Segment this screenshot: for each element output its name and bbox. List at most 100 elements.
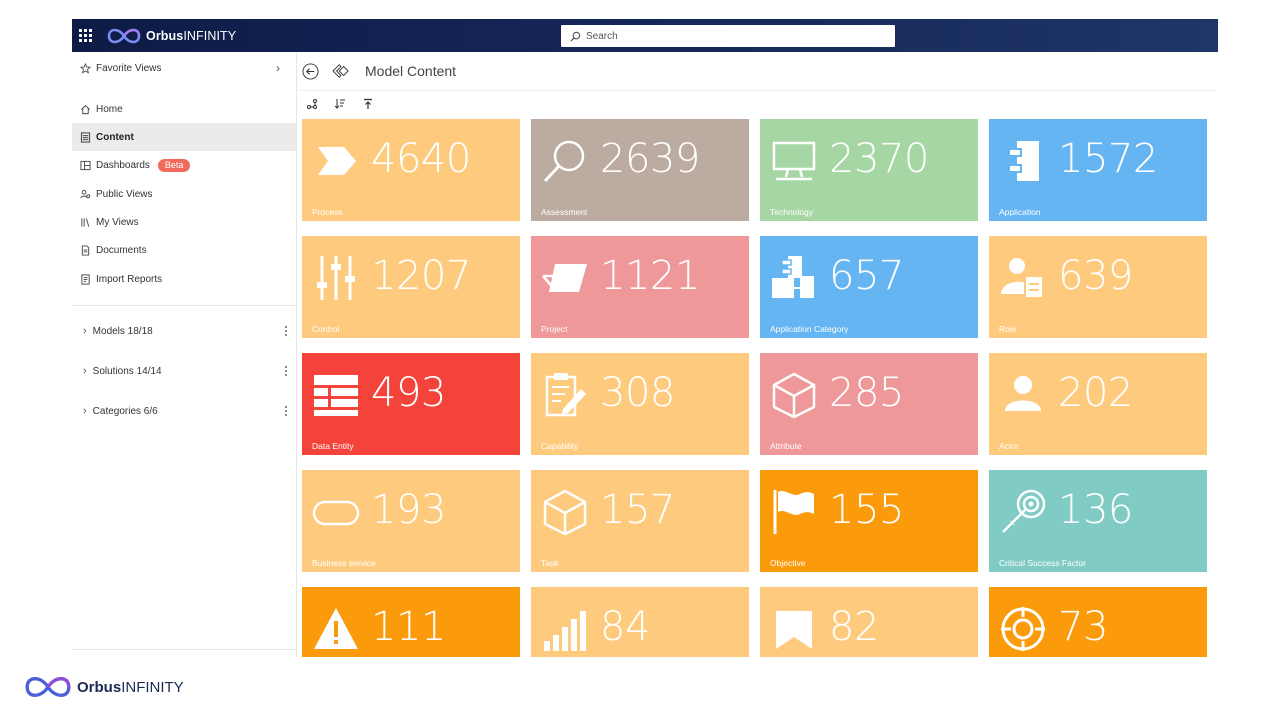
tile-data-entity[interactable]: 493 Data Entity	[302, 353, 520, 455]
tile-technology[interactable]: 2370 Technology	[760, 119, 978, 221]
tile-task[interactable]: 157 Task	[531, 470, 749, 572]
hierarchy-filter-button[interactable]	[305, 97, 319, 111]
tile-assessment[interactable]: 2639 Assessment	[531, 119, 749, 221]
person-icon	[1005, 376, 1041, 411]
tile-label: Process	[312, 207, 343, 217]
main-content: Model Content 4640 Process 2639 Assessme…	[298, 52, 1218, 657]
chevron-right-icon[interactable]: ›	[276, 61, 280, 75]
tile-label: Business service	[312, 558, 376, 568]
upload-icon	[364, 98, 372, 109]
infinity-logo-icon	[107, 28, 141, 44]
box-icon	[543, 489, 587, 536]
sidebar-item-label: Documents	[96, 244, 147, 256]
content-icon	[79, 131, 91, 143]
computer-icon	[772, 141, 816, 181]
infinity-logo-icon	[25, 677, 71, 697]
tile-label: Task	[541, 558, 559, 568]
sidebar-group-solutions[interactable]: › Solutions 14/14	[72, 357, 296, 385]
sidebar-group-label: Solutions 14/14	[92, 365, 162, 377]
tile-project[interactable]: 1121 Project	[531, 236, 749, 338]
sidebar-item-content[interactable]: Content	[72, 123, 296, 151]
cube-icon	[772, 372, 816, 419]
more-options-icon[interactable]	[284, 406, 287, 416]
export-button[interactable]	[361, 97, 375, 111]
sidebar-group-categories[interactable]: › Categories 6/6	[72, 397, 296, 425]
tile-count: 4640	[371, 136, 471, 182]
rounded-rect-icon	[312, 500, 360, 526]
brand-name-light: INFINITY	[183, 29, 237, 43]
tile-bar-signal[interactable]: 84	[531, 587, 749, 657]
my-views-icon	[79, 216, 91, 228]
tile-attribute[interactable]: 285 Attribute	[760, 353, 978, 455]
sidebar-item-label: Public Views	[96, 188, 153, 200]
beta-badge: Beta	[157, 158, 191, 172]
star-icon	[79, 62, 91, 74]
sidebar-group-models[interactable]: › Models 18/18	[72, 317, 296, 345]
more-options-icon[interactable]	[284, 366, 287, 376]
dashboards-icon	[79, 159, 91, 171]
tile-objective[interactable]: 155 Objective	[760, 470, 978, 572]
tile-count: 639	[1058, 253, 1133, 299]
top-bar: OrbusINFINITY Search	[72, 19, 1218, 52]
sort-button[interactable]	[333, 97, 347, 111]
tile-crosshair[interactable]: 73	[989, 587, 1207, 657]
tile-label: Capability	[541, 441, 579, 451]
tile-count: 111	[371, 604, 446, 650]
search-icon	[570, 31, 581, 41]
app-category-icon	[772, 256, 814, 298]
tile-role[interactable]: 639 Role	[989, 236, 1207, 338]
chevron-right-icon[interactable]: ›	[83, 325, 87, 337]
sidebar-divider	[72, 649, 296, 650]
footer-brand-logo: OrbusINFINITY	[23, 673, 184, 701]
tile-count: 157	[600, 487, 675, 533]
tile-label: Data Entity	[312, 441, 354, 451]
sidebar-item-documents[interactable]: Documents	[72, 236, 296, 264]
warning-icon	[314, 608, 358, 649]
footer-brand-bold: Orbus	[77, 678, 122, 696]
search-input[interactable]: Search	[586, 31, 618, 42]
tile-label: Objective	[770, 558, 806, 568]
tile-application-category[interactable]: 657 Application Category	[760, 236, 978, 338]
tile-banner[interactable]: 82	[760, 587, 978, 657]
tile-count: 1572	[1058, 136, 1158, 182]
home-icon	[79, 103, 91, 115]
tile-count: 202	[1058, 370, 1133, 416]
model-icon	[332, 64, 349, 78]
tile-application[interactable]: 1572 Application	[989, 119, 1207, 221]
toolbar	[298, 90, 1218, 116]
hierarchy-icon	[307, 98, 317, 109]
tile-count: 1121	[600, 253, 700, 299]
favorite-views-toggle[interactable]: Favorite Views ›	[72, 54, 296, 82]
sidebar-group-label: Categories 6/6	[92, 405, 158, 417]
sort-icon	[334, 98, 345, 109]
tile-critical-success-factor[interactable]: 136 Critical Success Factor	[989, 470, 1207, 572]
back-arrow-icon[interactable]	[302, 62, 319, 80]
more-options-icon[interactable]	[284, 326, 287, 336]
app-launcher-icon[interactable]	[79, 29, 92, 42]
sidebar-group-label: Models 18/18	[92, 325, 153, 337]
chevron-right-icon[interactable]: ›	[83, 365, 87, 377]
import-reports-icon	[79, 273, 91, 285]
sidebar-item-public-views[interactable]: Public Views	[72, 180, 296, 208]
tile-capability[interactable]: 308 Capability	[531, 353, 749, 455]
sidebar-item-import-reports[interactable]: Import Reports	[72, 265, 296, 293]
tile-warning[interactable]: 111	[302, 587, 520, 657]
sidebar-item-my-views[interactable]: My Views	[72, 208, 296, 236]
sidebar-item-dashboards[interactable]: Dashboards Beta	[72, 151, 296, 179]
tile-label: Application	[999, 207, 1041, 217]
tile-business-service[interactable]: 193 Business service	[302, 470, 520, 572]
tile-count: 1207	[371, 253, 471, 299]
target-arrow-icon	[1002, 489, 1046, 533]
tile-process[interactable]: 4640 Process	[302, 119, 520, 221]
public-views-icon	[79, 188, 91, 200]
sidebar-item-home[interactable]: Home	[72, 95, 296, 123]
tile-label: Critical Success Factor	[999, 558, 1086, 568]
tile-count: 285	[829, 370, 904, 416]
search-box[interactable]: Search	[561, 25, 895, 47]
content-header: Model Content	[298, 52, 1218, 90]
chevron-right-icon[interactable]: ›	[83, 405, 87, 417]
sidebar: Favorite Views › Home Content Dashboards…	[72, 52, 297, 657]
tile-control[interactable]: 1207 Control	[302, 236, 520, 338]
brand-logo[interactable]: OrbusINFINITY	[106, 26, 236, 46]
tile-actor[interactable]: 202 Actor	[989, 353, 1207, 455]
